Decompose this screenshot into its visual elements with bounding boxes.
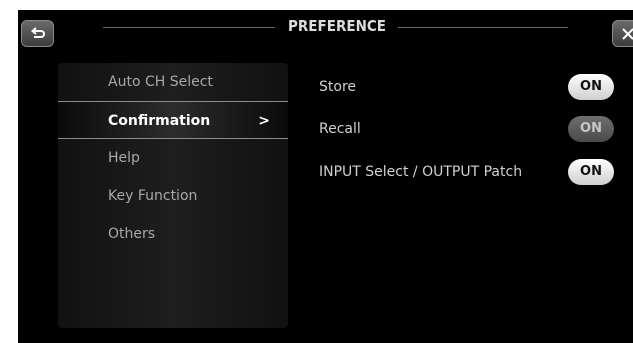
chevron-right-icon: > [258,113,270,129]
header-line-right [398,27,568,28]
sidebar-menu: Auto CH Select Confirmation > Help Key F… [58,63,288,328]
store-label: Store [319,79,357,95]
sidebar-item-others[interactable]: Others [58,215,288,253]
preference-screen: PREFERENCE Auto CH Select Confirmation >… [18,10,633,343]
recall-toggle[interactable]: ON [568,116,614,142]
sidebar-item-confirmation[interactable]: Confirmation > [58,101,288,139]
sidebar-item-label: Others [108,226,156,242]
sidebar-item-key-function[interactable]: Key Function [58,177,288,215]
sidebar-item-label: Help [108,150,140,166]
sidebar-item-label: Key Function [108,188,198,204]
return-arrow-icon [30,27,45,38]
sidebar-item-label: Auto CH Select [108,74,213,90]
input-select-output-patch-label: INPUT Select / OUTPUT Patch [319,164,523,180]
close-icon [622,28,633,40]
header-line-left [103,27,275,28]
input-select-output-patch-toggle[interactable]: ON [568,159,614,185]
page-title: PREFERENCE [287,17,386,35]
store-toggle[interactable]: ON [568,74,614,100]
close-button[interactable] [612,20,633,47]
header-bar: PREFERENCE [18,10,633,47]
back-button[interactable] [21,20,54,47]
recall-label: Recall [319,121,361,137]
sidebar-item-auto-ch-select[interactable]: Auto CH Select [58,63,288,101]
sidebar-item-label: Confirmation [108,113,211,129]
sidebar-item-help[interactable]: Help [58,139,288,177]
